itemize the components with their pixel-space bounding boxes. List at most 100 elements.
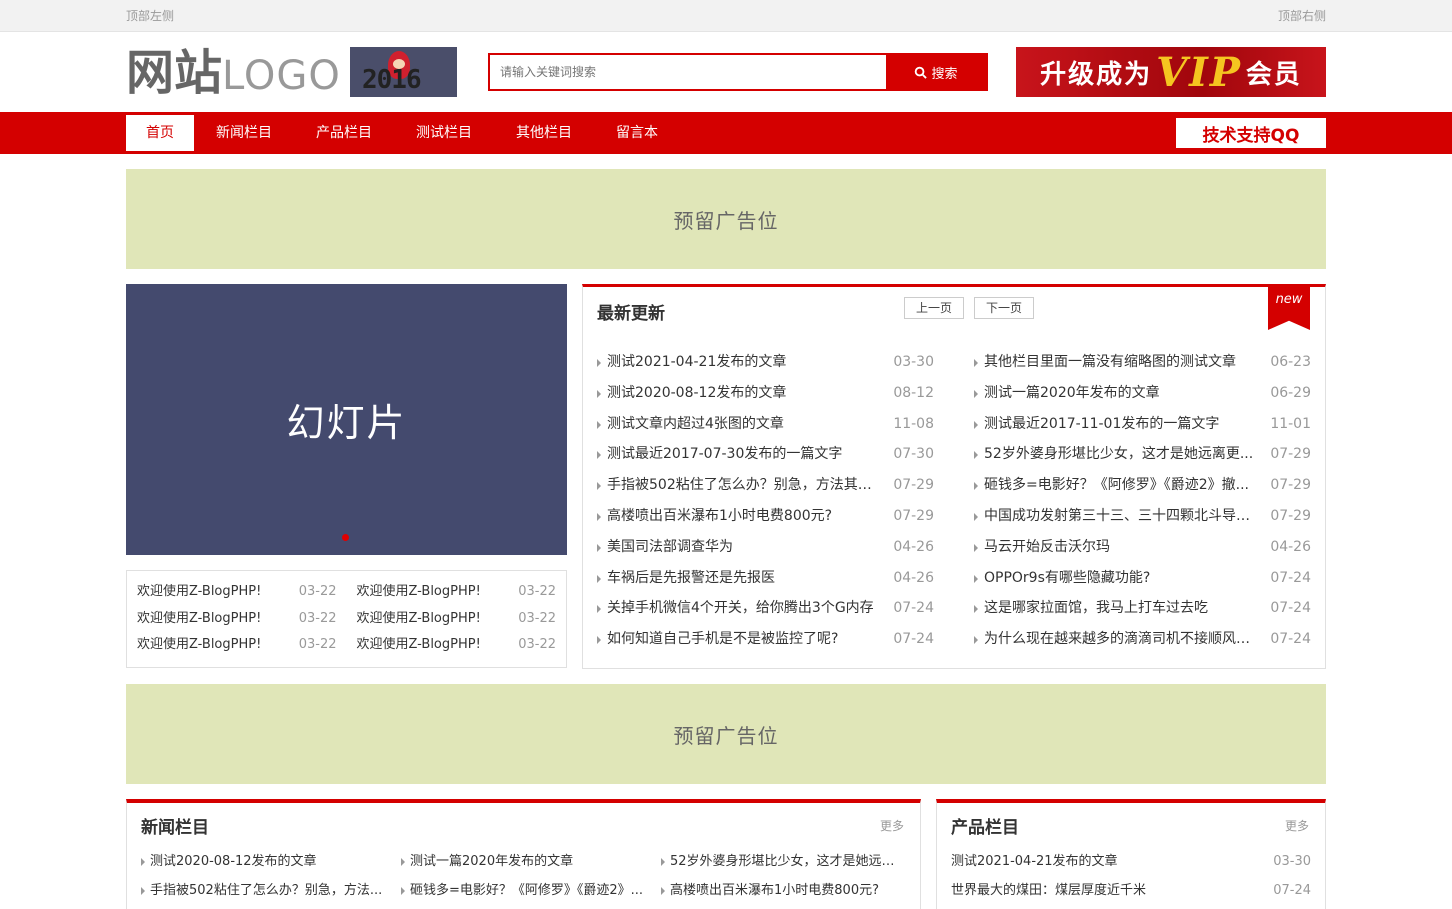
list-item-date: 07-30: [893, 446, 934, 463]
list-item[interactable]: 测试2020-08-12发布的文章: [141, 847, 401, 876]
news-more-link[interactable]: 更多: [880, 817, 904, 834]
latest-updates-panel: 最新更新 上一页 下一页 new 测试2021-04-21发布的文章 03-30 测…: [582, 284, 1326, 669]
list-item[interactable]: 如何知道自己手机是不是被监控了呢? 07-24: [597, 624, 934, 655]
list-item-title: 为什么现在越来越多的滴滴司机不接顺风车...: [974, 624, 1254, 655]
list-item[interactable]: 欢迎使用Z-BlogPHP! 03-22: [357, 632, 557, 658]
list-item[interactable]: 测试2021-04-21发布的文章 03-30: [597, 347, 934, 378]
list-item[interactable]: 测试最近2017-11-01发布的一篇文字 11-01: [974, 409, 1311, 440]
list-item[interactable]: 测试文章内超过4张图的文章 11-08: [597, 409, 934, 440]
list-item-title: 欢迎使用Z-BlogPHP!: [356, 610, 481, 626]
logo-bold-text: 网站: [126, 45, 223, 101]
slide-indicator-dot[interactable]: [342, 534, 349, 541]
list-item[interactable]: 52岁外婆身形堪比少女，这才是她远离...: [661, 847, 901, 876]
products-section-title: 产品栏目: [951, 818, 1019, 838]
ad-slot-middle[interactable]: 预留广告位: [126, 684, 1326, 784]
ad-slot-top[interactable]: 预留广告位: [126, 169, 1326, 269]
list-item-title: 测试文章内超过4张图的文章: [597, 409, 784, 440]
list-item-date: 07-24: [1270, 569, 1311, 586]
year-logo-image: 2016: [350, 47, 457, 97]
news-section-title: 新闻栏目: [141, 818, 209, 838]
welcome-list: 欢迎使用Z-BlogPHP! 03-22 欢迎使用Z-BlogPHP! 03-22 …: [126, 570, 567, 668]
products-more-link[interactable]: 更多: [1285, 817, 1309, 834]
list-item[interactable]: 欢迎使用Z-BlogPHP! 03-22: [357, 579, 557, 605]
top-left-text[interactable]: 顶部左侧: [126, 7, 174, 24]
list-item[interactable]: 测试最近2017-07-30发布的一篇文字 07-30: [597, 439, 934, 470]
search-button[interactable]: 搜索: [886, 55, 986, 89]
nav-item-test[interactable]: 测试栏目: [394, 115, 494, 151]
list-item[interactable]: 手指被502粘住了怎么办？别急，方法其实... 07-29: [597, 470, 934, 501]
list-item-title: 关掉手机微信4个开关，给你腾出3个G内存: [597, 593, 874, 624]
qq-support-button[interactable]: 技术支持QQ: [1176, 118, 1326, 148]
list-item[interactable]: 其他栏目里面一篇没有缩略图的测试文章 06-23: [974, 347, 1311, 378]
list-item-title: OPPOr9s有哪些隐藏功能?: [974, 563, 1150, 594]
list-item[interactable]: 欢迎使用Z-BlogPHP! 03-22: [137, 579, 337, 605]
list-item-date: 03-30: [893, 354, 934, 370]
list-item[interactable]: 为什么现在越来越多的滴滴司机不接顺风车... 07-24: [974, 624, 1311, 655]
list-item-date: 03-22: [518, 637, 556, 653]
list-item[interactable]: 测试2020-08-12发布的文章 08-12: [597, 378, 934, 409]
vip-suffix: 会员: [1245, 59, 1302, 90]
list-item[interactable]: 车祸后是先报警还是先报医 04-26: [597, 563, 934, 594]
list-item[interactable]: 测试2021-04-21发布的文章 03-30: [951, 847, 1311, 876]
list-item[interactable]: 欢迎使用Z-BlogPHP! 03-22: [357, 606, 557, 632]
list-item-date: 03-30: [1273, 854, 1311, 869]
list-item-title: 美国司法部调查华为: [597, 532, 733, 563]
logo-year: 2016: [362, 65, 422, 95]
list-item-date: 07-24: [1273, 883, 1311, 898]
list-item-date: 03-22: [298, 610, 337, 626]
list-item[interactable]: 美国司法部调查华为 04-26: [597, 532, 934, 563]
list-item-title: 测试最近2017-07-30发布的一篇文字: [597, 439, 842, 470]
products-list: 测试2021-04-21发布的文章 03-30 世界最大的煤田：煤层厚度近千米 07-…: [937, 847, 1325, 905]
nav-item-home[interactable]: 首页: [126, 115, 194, 151]
news-section: 新闻栏目 更多 测试2020-08-12发布的文章 测试一篇2020年发布的文章 5…: [126, 799, 921, 909]
search-bar: 搜索: [488, 53, 988, 91]
nav-item-other[interactable]: 其他栏目: [494, 115, 594, 151]
slideshow[interactable]: 幻灯片: [126, 284, 567, 555]
top-right-text[interactable]: 顶部右侧: [1278, 7, 1326, 24]
next-page-button[interactable]: 下一页: [974, 297, 1034, 319]
list-item[interactable]: 手指被502粘住了怎么办？别急，方法...: [141, 876, 401, 905]
list-item[interactable]: OPPOr9s有哪些隐藏功能? 07-24: [974, 563, 1311, 594]
list-item[interactable]: 世界最大的煤田：煤层厚度近千米 07-24: [951, 876, 1311, 905]
list-item[interactable]: 砸钱多=电影好？《阿修罗》《爵迹2》...: [401, 876, 661, 905]
list-item-date: 06-23: [1270, 354, 1311, 370]
search-button-label: 搜索: [931, 66, 958, 82]
list-item-title: 欢迎使用Z-BlogPHP!: [356, 584, 481, 599]
nav-item-products[interactable]: 产品栏目: [294, 115, 394, 151]
list-item-title: 其他栏目里面一篇没有缩略图的测试文章: [974, 347, 1236, 378]
list-item-title: 世界最大的煤田：煤层厚度近千米: [951, 883, 1147, 898]
list-item-date: 07-29: [1270, 477, 1311, 494]
list-item[interactable]: 52岁外婆身形堪比少女，这才是她远离更... 07-29: [974, 439, 1311, 470]
list-item[interactable]: 高楼喷出百米瀑布1小时电费800元? 07-29: [597, 501, 934, 532]
list-item-date: 11-01: [1270, 415, 1311, 432]
list-item[interactable]: 测试一篇2020年发布的文章: [401, 847, 661, 876]
list-item[interactable]: 欢迎使用Z-BlogPHP! 03-22: [137, 632, 337, 658]
latest-left-column: 测试2021-04-21发布的文章 03-30 测试2020-08-12发布的文章 0…: [597, 347, 934, 655]
list-item[interactable]: 马云开始反击沃尔玛 04-26: [974, 532, 1311, 563]
list-item[interactable]: 中国成功发射第三十三、三十四颗北斗导航... 07-29: [974, 501, 1311, 532]
vip-prefix: 升级成为: [1040, 59, 1153, 90]
list-item[interactable]: 高楼喷出百米瀑布1小时电费800元?: [661, 876, 901, 905]
list-item-title: 马云开始反击沃尔玛: [974, 532, 1110, 563]
list-item[interactable]: 这是哪家拉面馆，我马上打车过去吃 07-24: [974, 593, 1311, 624]
list-item-title: 欢迎使用Z-BlogPHP!: [137, 610, 262, 626]
nav-item-news[interactable]: 新闻栏目: [194, 115, 294, 151]
top-bar: 顶部左侧 顶部右侧: [0, 0, 1452, 32]
prev-page-button[interactable]: 上一页: [904, 297, 964, 319]
list-item-title: 这是哪家拉面馆，我马上打车过去吃: [974, 593, 1208, 624]
list-item[interactable]: 欢迎使用Z-BlogPHP! 03-22: [137, 606, 337, 632]
list-item-date: 03-22: [298, 637, 337, 653]
list-item-date: 11-08: [893, 415, 934, 432]
list-item[interactable]: 关掉手机微信4个开关，给你腾出3个G内存 07-24: [597, 593, 934, 624]
list-item-title: 欢迎使用Z-BlogPHP!: [137, 584, 262, 599]
search-input[interactable]: [490, 55, 886, 89]
nav-item-guestbook[interactable]: 留言本: [594, 115, 680, 151]
list-item-date: 07-24: [1270, 600, 1311, 617]
latest-pager: 上一页 下一页: [904, 297, 1034, 319]
site-logo[interactable]: 网站LOGO: [126, 46, 341, 103]
vip-banner[interactable]: 升级成为 VIP 会员: [1016, 47, 1326, 97]
list-item-title: 欢迎使用Z-BlogPHP!: [137, 637, 262, 653]
list-item[interactable]: 砸钱多=电影好？《阿修罗》《爵迹2》撤... 07-29: [974, 470, 1311, 501]
list-item[interactable]: 测试一篇2020年发布的文章 06-29: [974, 378, 1311, 409]
slideshow-label: 幻灯片: [286, 401, 407, 445]
